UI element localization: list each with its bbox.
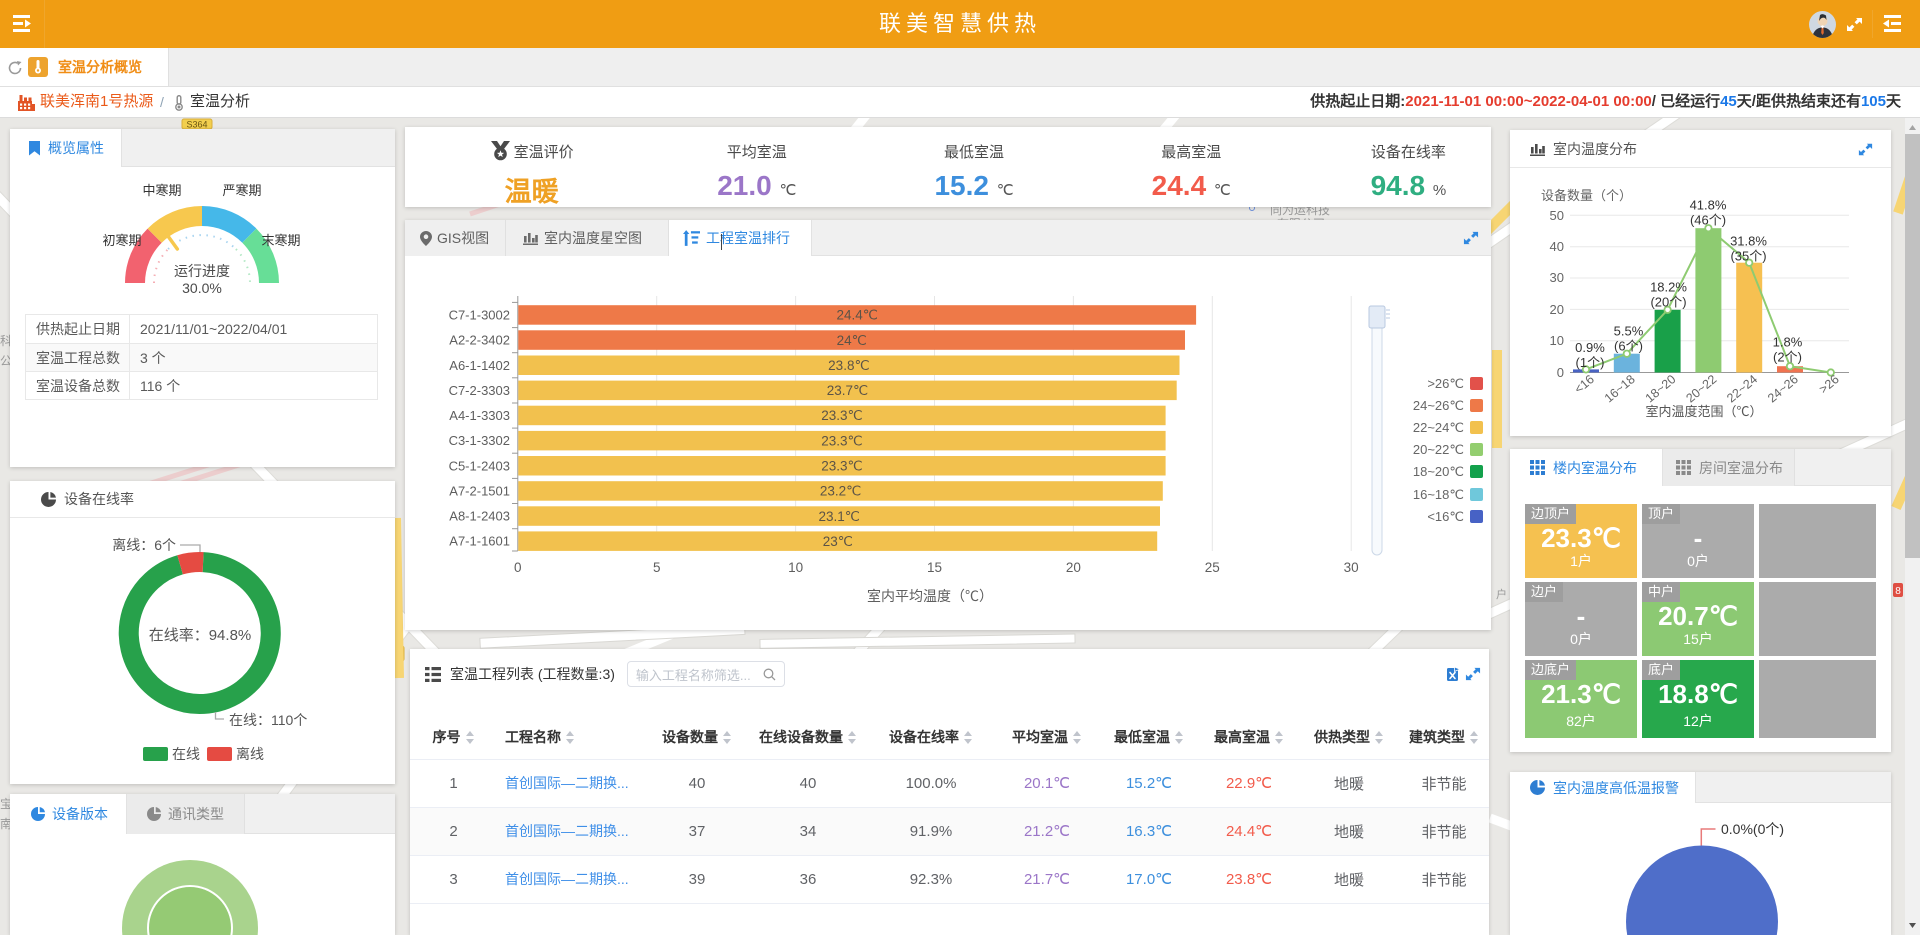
svg-text:23℃: 23℃ bbox=[823, 534, 853, 549]
svg-text:23.3℃: 23.3℃ bbox=[821, 433, 862, 448]
svg-text:30: 30 bbox=[1344, 560, 1359, 575]
svg-text:(6个): (6个) bbox=[1614, 339, 1643, 354]
svg-text:初寒期: 初寒期 bbox=[102, 233, 141, 248]
svg-text:24~26℃: 24~26℃ bbox=[1413, 398, 1464, 413]
svg-text:10: 10 bbox=[1550, 333, 1564, 348]
svg-text:离线: 离线 bbox=[236, 746, 264, 762]
svg-text:A6-1-1402: A6-1-1402 bbox=[449, 358, 510, 373]
svg-text:20: 20 bbox=[1066, 560, 1081, 575]
svg-text:22~24℃: 22~24℃ bbox=[1413, 420, 1464, 435]
svg-text:18~20: 18~20 bbox=[1643, 372, 1679, 405]
svg-text:8: 8 bbox=[1895, 586, 1901, 597]
svg-text:30.0%: 30.0% bbox=[182, 280, 222, 296]
svg-text:10: 10 bbox=[788, 560, 803, 575]
svg-text:41.8%: 41.8% bbox=[1690, 198, 1727, 213]
svg-text:5.5%: 5.5% bbox=[1614, 324, 1644, 339]
svg-text:在线: 在线 bbox=[172, 746, 200, 762]
svg-text:24.4℃: 24.4℃ bbox=[836, 308, 877, 323]
svg-text:23.1℃: 23.1℃ bbox=[818, 509, 859, 524]
svg-text:30: 30 bbox=[1550, 270, 1564, 285]
svg-text:23.8℃: 23.8℃ bbox=[828, 358, 869, 373]
svg-text:16~18: 16~18 bbox=[1602, 372, 1638, 405]
svg-text:A7-2-1501: A7-2-1501 bbox=[449, 483, 510, 498]
svg-text:20: 20 bbox=[1550, 302, 1564, 317]
svg-text:23.3℃: 23.3℃ bbox=[821, 459, 862, 474]
svg-text:22~24: 22~24 bbox=[1724, 372, 1760, 405]
svg-text:(1个): (1个) bbox=[1576, 355, 1605, 370]
svg-text:40: 40 bbox=[1550, 239, 1564, 254]
svg-text:C7-1-3002: C7-1-3002 bbox=[449, 308, 510, 323]
svg-text:18~20℃: 18~20℃ bbox=[1413, 464, 1464, 479]
svg-text:(35个): (35个) bbox=[1730, 249, 1766, 264]
svg-text:C5-1-2403: C5-1-2403 bbox=[449, 458, 510, 473]
svg-text:50: 50 bbox=[1550, 208, 1564, 223]
svg-text:(46个): (46个) bbox=[1690, 213, 1726, 228]
svg-text:<16: <16 bbox=[1572, 372, 1597, 396]
svg-text:(20个): (20个) bbox=[1650, 295, 1686, 310]
svg-text:31.8%: 31.8% bbox=[1730, 234, 1767, 249]
svg-text:离线：6个: 离线：6个 bbox=[112, 537, 176, 553]
svg-text:20~22℃: 20~22℃ bbox=[1413, 442, 1464, 457]
svg-text:(2个): (2个) bbox=[1773, 350, 1802, 365]
svg-text:A2-2-3402: A2-2-3402 bbox=[449, 333, 510, 348]
svg-text:0.0%(0个): 0.0%(0个) bbox=[1721, 821, 1784, 837]
svg-text:23.7℃: 23.7℃ bbox=[827, 383, 868, 398]
svg-text:设备数量（个）: 设备数量（个） bbox=[1541, 188, 1632, 203]
svg-text:A4-1-3303: A4-1-3303 bbox=[449, 408, 510, 423]
svg-text:严寒期: 严寒期 bbox=[222, 183, 261, 198]
svg-text:A8-1-2403: A8-1-2403 bbox=[449, 509, 510, 524]
svg-text:在线：110个: 在线：110个 bbox=[229, 712, 307, 728]
svg-text:25: 25 bbox=[1205, 560, 1220, 575]
svg-text:运行进度: 运行进度 bbox=[174, 263, 230, 279]
svg-text:中寒期: 中寒期 bbox=[142, 183, 181, 198]
svg-text:24℃: 24℃ bbox=[837, 333, 867, 348]
svg-text:C3-1-3302: C3-1-3302 bbox=[449, 433, 510, 448]
svg-text:室内平均温度（℃）: 室内平均温度（℃） bbox=[867, 588, 993, 604]
svg-text:23.2℃: 23.2℃ bbox=[820, 484, 861, 499]
svg-text:在线率：94.8%: 在线率：94.8% bbox=[149, 627, 252, 644]
svg-text:室内温度范围（℃）: 室内温度范围（℃） bbox=[1645, 404, 1762, 419]
svg-text:0: 0 bbox=[1557, 365, 1564, 380]
svg-text:20~22: 20~22 bbox=[1683, 372, 1719, 405]
svg-text:15: 15 bbox=[927, 560, 942, 575]
svg-text:<16℃: <16℃ bbox=[1427, 509, 1464, 524]
svg-text:>26℃: >26℃ bbox=[1427, 376, 1464, 391]
svg-text:1.8%: 1.8% bbox=[1773, 335, 1803, 350]
svg-text:23.3℃: 23.3℃ bbox=[821, 408, 862, 423]
svg-text:0.9%: 0.9% bbox=[1575, 340, 1605, 355]
svg-text:5: 5 bbox=[653, 560, 661, 575]
svg-text:户: 户 bbox=[1496, 587, 1507, 601]
svg-text:24~26: 24~26 bbox=[1765, 372, 1801, 405]
svg-text:末寒期: 末寒期 bbox=[261, 233, 300, 248]
svg-text:0: 0 bbox=[514, 560, 522, 575]
svg-text:C7-2-3303: C7-2-3303 bbox=[449, 383, 510, 398]
svg-text:A7-1-1601: A7-1-1601 bbox=[449, 534, 510, 549]
svg-text:S364: S364 bbox=[186, 120, 207, 130]
svg-text:>26: >26 bbox=[1816, 372, 1841, 396]
svg-text:16~18℃: 16~18℃ bbox=[1413, 487, 1464, 502]
svg-text:18.2%: 18.2% bbox=[1650, 280, 1687, 295]
